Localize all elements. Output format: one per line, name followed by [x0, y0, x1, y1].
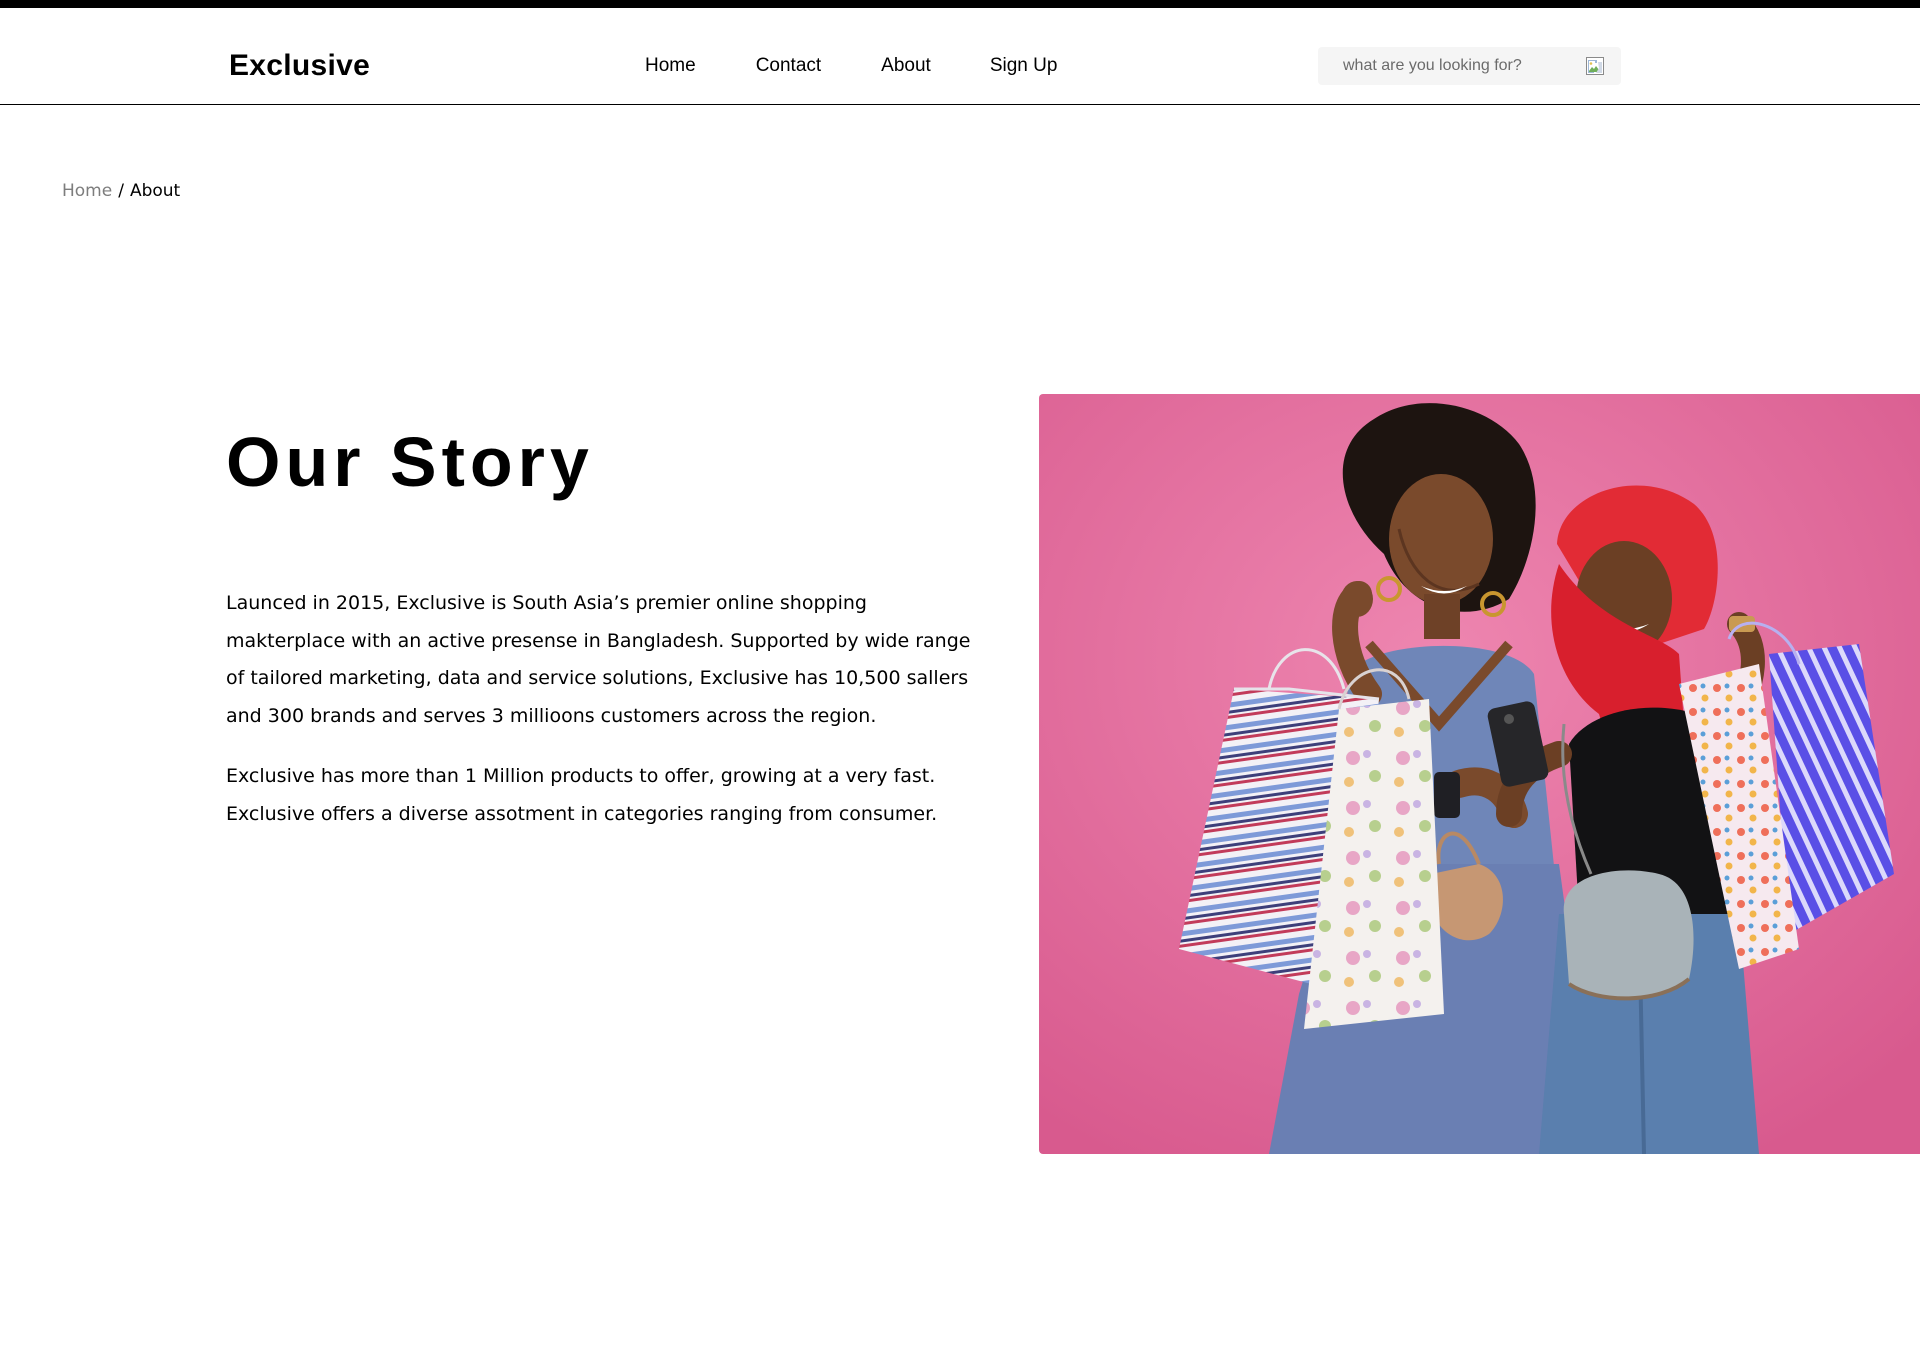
story-paragraph: Launced in 2015, Exclusive is South Asia…	[226, 592, 971, 727]
story-text: Launced in 2015, Exclusive is South Asia…	[226, 585, 981, 833]
page-title: Our Story	[226, 423, 594, 501]
nav-about-link[interactable]: About	[881, 54, 931, 78]
nav-signup-link[interactable]: Sign Up	[990, 54, 1058, 78]
logo[interactable]: Exclusive	[229, 48, 370, 84]
top-strip	[0, 0, 1920, 8]
hero-image	[1039, 394, 1920, 1154]
nav-home-link[interactable]: Home	[645, 54, 696, 78]
shopping-women-illustration	[1039, 394, 1920, 1154]
broken-image-icon[interactable]	[1586, 57, 1604, 75]
breadcrumb-current: About	[129, 181, 181, 201]
site-header: Exclusive Home Contact About Sign Up	[0, 8, 1920, 105]
about-page: Exclusive Home Contact About Sign Up Hom…	[0, 0, 1920, 1363]
search-input[interactable]	[1318, 47, 1578, 85]
main-nav: Home Contact About Sign Up	[645, 54, 1057, 78]
search-box	[1318, 47, 1621, 85]
breadcrumb: Home / About	[62, 180, 180, 202]
breadcrumb-separator: /	[118, 181, 124, 201]
story-paragraph: Exclusive has more than 1 Million produc…	[226, 765, 938, 825]
nav-contact-link[interactable]: Contact	[756, 54, 821, 78]
breadcrumb-home-link[interactable]: Home	[62, 180, 112, 202]
